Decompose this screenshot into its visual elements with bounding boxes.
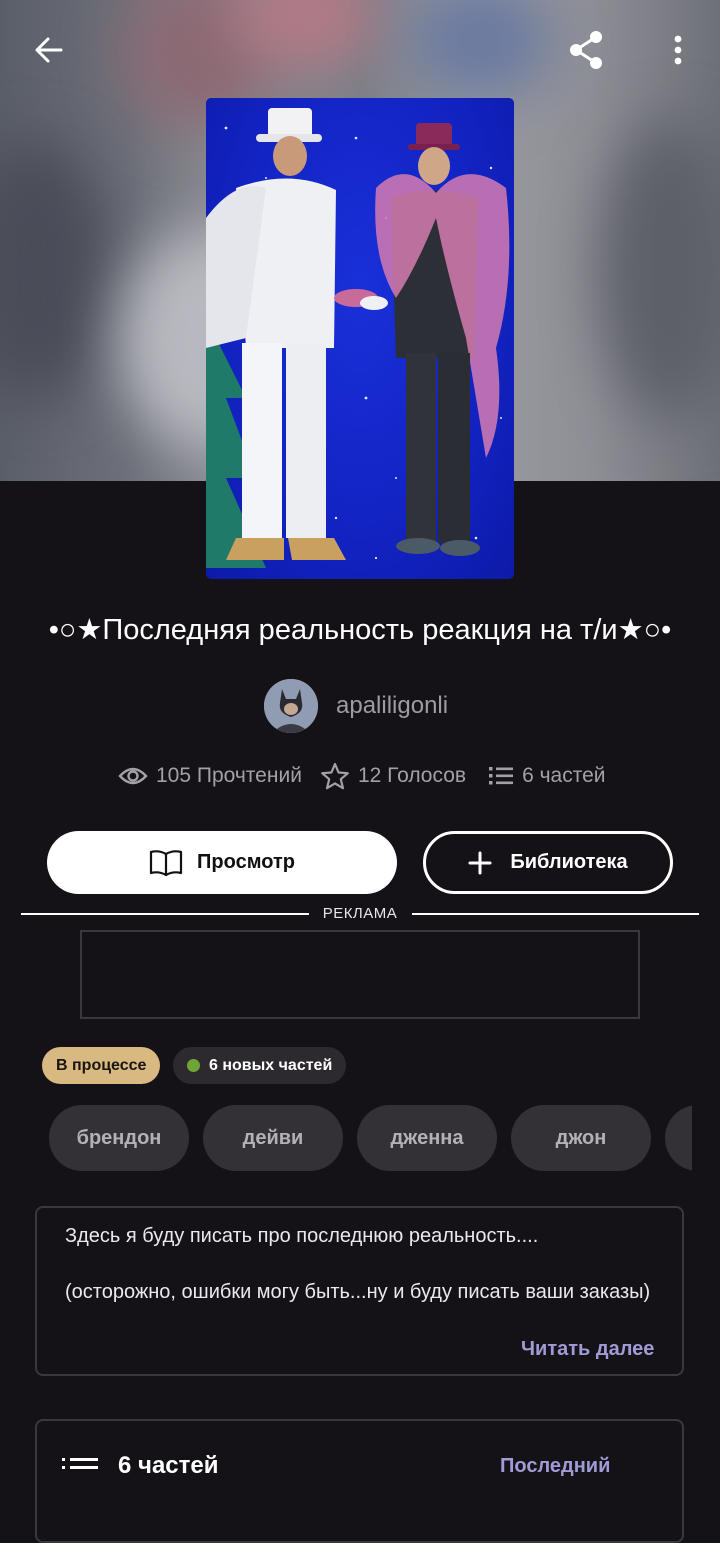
book-icon [149,849,183,876]
description-line-1: Здесь я буду писать про последнюю реальн… [65,1225,539,1247]
eye-icon [118,767,148,785]
tag-chip-partial[interactable] [665,1105,692,1171]
parts-section-title: 6 частей [118,1452,219,1479]
arrow-left-icon [35,37,63,63]
reads-count: 105 Прочтений [156,764,302,787]
author-row[interactable]: apaliligonli [264,679,448,733]
library-button-label: Библиотека [510,851,628,873]
cover-illustration [206,108,510,568]
add-to-library-button[interactable]: Библиотека [423,831,673,894]
view-button-label: Просмотр [197,851,295,873]
ad-slot[interactable] [80,930,640,1019]
description-line-2: (осторожно, ошибки могу быть...ну и буду… [65,1281,651,1303]
back-button[interactable] [21,22,77,78]
more-options-button[interactable] [650,22,706,78]
votes-stat: 12 Голосов [320,762,466,790]
tag-list: брендон дейви дженна джон [49,1105,692,1171]
tag-chip[interactable]: джон [511,1105,651,1171]
ad-label: РЕКЛАМА [322,905,398,922]
parts-count: 6 частей [522,764,606,787]
status-badge: В процессе [42,1047,161,1084]
votes-count: 12 Голосов [357,764,467,787]
parts-list-icon [62,1458,98,1469]
story-cover-image[interactable] [206,98,514,579]
new-indicator-dot [187,1059,200,1072]
list-icon [489,767,514,785]
share-button[interactable] [558,22,614,78]
avatar-image [264,679,318,733]
reads-stat: 105 Прочтений [118,764,302,788]
new-parts-text: 6 новых частей [209,1056,333,1074]
story-title: •○★Последняя реальность реакция на т/и★○… [48,614,672,646]
more-vertical-icon [674,35,682,65]
tag-chip[interactable]: брендон [49,1105,189,1171]
tag-chip[interactable]: дейви [203,1105,343,1171]
author-avatar[interactable] [264,679,318,733]
plus-icon [468,851,492,874]
parts-card[interactable] [35,1419,684,1543]
latest-part-link[interactable]: Последний [500,1455,610,1478]
read-more-link[interactable]: Читать далее [521,1338,654,1361]
tag-chip[interactable]: дженна [357,1105,497,1171]
parts-stat: 6 частей [488,764,606,788]
status-text: В процессе [56,1056,147,1074]
view-button[interactable]: Просмотр [47,831,397,894]
share-icon [570,31,602,69]
star-icon [321,762,349,790]
story-stats: 105 Прочтений 12 Голосов 6 частей [118,762,606,790]
author-name[interactable]: apaliligonli [336,692,448,720]
new-parts-badge: 6 новых частей [173,1047,347,1084]
